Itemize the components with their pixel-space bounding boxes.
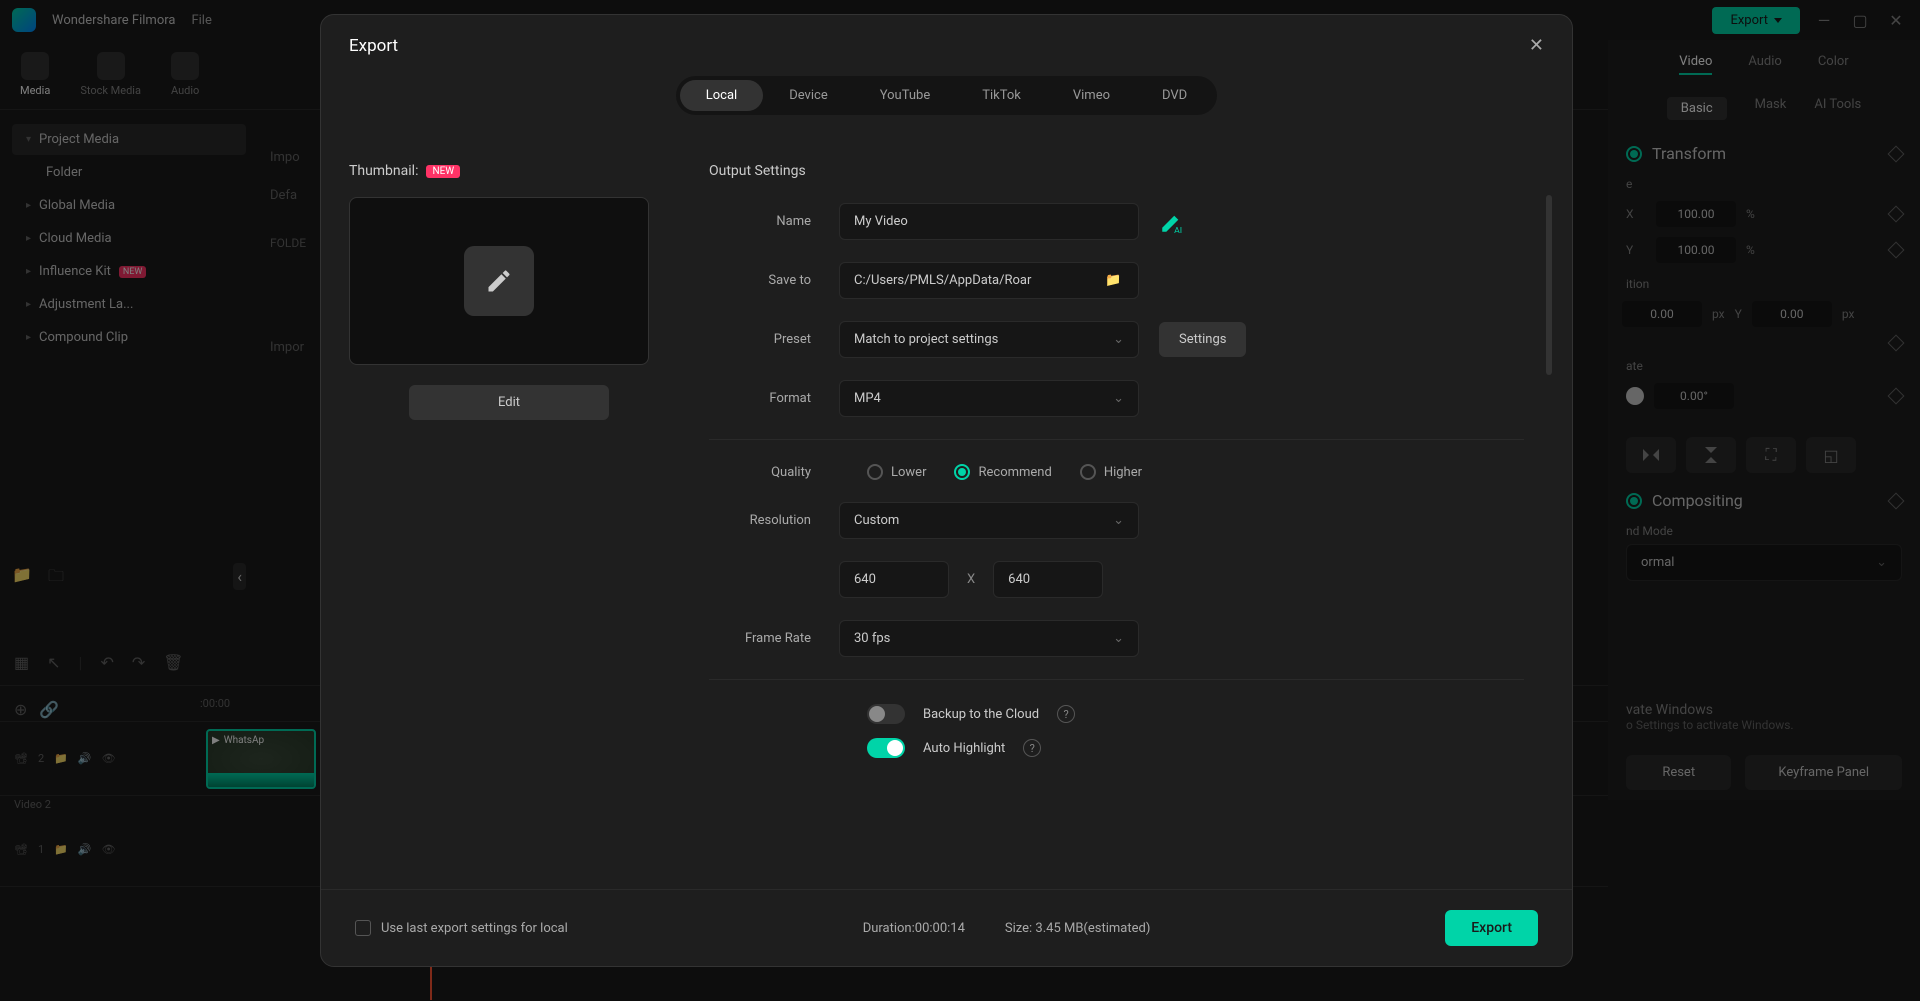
save-to-input[interactable] [839,262,1139,299]
use-last-settings-checkbox[interactable] [355,920,371,936]
use-last-settings-label: Use last export settings for local [381,921,568,936]
output-settings-title: Output Settings [709,163,1524,179]
resolution-width-input[interactable] [839,561,949,598]
chevron-down-icon: ⌄ [1113,631,1124,646]
resolution-select[interactable]: Custom ⌄ [839,502,1139,539]
backup-cloud-label: Backup to the Cloud [923,707,1039,722]
radio-icon [867,464,883,480]
tab-youtube[interactable]: YouTube [854,80,957,111]
resolution-label: Resolution [709,513,839,528]
divider [709,439,1524,440]
tab-dvd[interactable]: DVD [1136,80,1213,111]
edit-thumbnail-icon [464,246,534,316]
folder-icon[interactable]: 📁 [1105,273,1121,288]
scrollbar-thumb[interactable] [1546,195,1552,375]
resolution-value: Custom [854,513,899,528]
thumbnail-section: Thumbnail: NEW Edit [349,133,669,889]
ai-pencil-icon[interactable]: AI [1159,209,1185,235]
radio-icon [954,464,970,480]
frame-rate-label: Frame Rate [709,631,839,646]
tab-vimeo[interactable]: Vimeo [1047,80,1136,111]
preset-value: Match to project settings [854,332,998,347]
higher-label: Higher [1104,465,1142,480]
auto-highlight-toggle[interactable] [867,738,905,758]
quality-label: Quality [709,465,839,480]
resolution-height-input[interactable] [993,561,1103,598]
tab-local[interactable]: Local [680,80,763,111]
export-button[interactable]: Export [1445,910,1538,946]
preset-label: Preset [709,332,839,347]
chevron-down-icon: ⌄ [1113,332,1124,347]
svg-text:AI: AI [1174,225,1182,234]
save-to-label: Save to [709,273,839,288]
format-value: MP4 [854,391,881,406]
export-target-tabs: Local Device YouTube TikTok Vimeo DVD [676,76,1217,115]
quality-higher[interactable]: Higher [1080,464,1142,480]
tab-tiktok[interactable]: TikTok [956,80,1047,111]
close-icon[interactable]: ✕ [1529,35,1544,56]
x-separator: X [967,572,975,587]
help-icon[interactable]: ? [1023,739,1041,757]
recommend-label: Recommend [978,465,1051,480]
preset-select[interactable]: Match to project settings ⌄ [839,321,1139,358]
lower-label: Lower [891,465,926,480]
thumbnail-label: Thumbnail: [349,163,418,179]
frame-rate-value: 30 fps [854,631,890,646]
format-label: Format [709,391,839,406]
tab-device[interactable]: Device [763,80,854,111]
auto-highlight-label: Auto Highlight [923,741,1005,756]
modal-title: Export [349,36,398,56]
chevron-down-icon: ⌄ [1113,513,1124,528]
thumbnail-preview[interactable] [349,197,649,365]
export-modal: Export ✕ Local Device YouTube TikTok Vim… [320,14,1573,967]
quality-recommend[interactable]: Recommend [954,464,1051,480]
quality-lower[interactable]: Lower [867,464,926,480]
edit-thumbnail-button[interactable]: Edit [409,385,609,420]
size-text: Size: 3.45 MB(estimated) [1005,921,1150,936]
help-icon[interactable]: ? [1057,705,1075,723]
backup-cloud-toggle[interactable] [867,704,905,724]
format-select[interactable]: MP4 ⌄ [839,380,1139,417]
chevron-down-icon: ⌄ [1113,391,1124,406]
preset-settings-button[interactable]: Settings [1159,322,1246,357]
divider [709,679,1524,680]
name-input[interactable] [839,203,1139,240]
new-badge: NEW [426,165,460,178]
frame-rate-select[interactable]: 30 fps ⌄ [839,620,1139,657]
radio-icon [1080,464,1096,480]
name-label: Name [709,214,839,229]
duration-text: Duration:00:00:14 [863,921,965,936]
output-settings: Output Settings Name AI Save to 📁 Preset… [709,133,1544,889]
